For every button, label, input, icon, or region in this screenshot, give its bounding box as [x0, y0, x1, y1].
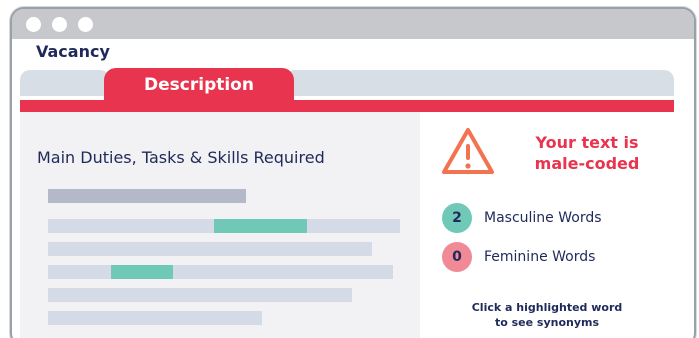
placeholder-text-line: [48, 311, 262, 325]
tab-underline: [20, 100, 674, 112]
synonym-hint-line-2: to see synonyms: [494, 316, 600, 329]
text-editor-panel[interactable]: Main Duties, Tasks & Skills Required: [20, 112, 420, 338]
warning-icon: [442, 128, 494, 174]
masculine-count-row: 2 Masculine Words: [442, 202, 602, 234]
masculine-count-badge: 2: [442, 203, 472, 233]
placeholder-text-line: [48, 265, 393, 279]
window-dot-3[interactable]: [78, 17, 93, 32]
section-title: Main Duties, Tasks & Skills Required: [37, 148, 325, 167]
coding-result: Your text is male-coded: [512, 132, 662, 174]
masculine-words-label: Masculine Words: [484, 210, 602, 226]
window-titlebar: [12, 9, 694, 39]
window-dot-2[interactable]: [52, 17, 67, 32]
highlighted-word[interactable]: [111, 265, 173, 279]
coding-result-line-1: Your text is: [535, 133, 639, 152]
feminine-count-row: 0 Feminine Words: [442, 241, 595, 273]
placeholder-text-line: [48, 242, 372, 256]
tab-description[interactable]: Description: [104, 68, 294, 102]
vacancy-title: Vacancy: [36, 42, 110, 61]
feminine-words-label: Feminine Words: [484, 249, 596, 265]
analysis-panel: Your text is male-coded 2 Masculine Word…: [420, 112, 674, 338]
highlighted-word[interactable]: [214, 219, 307, 233]
placeholder-text-line: [48, 288, 352, 302]
synonym-hint-line-1: Click a highlighted word: [471, 301, 623, 314]
tab-inactive-right[interactable]: [285, 70, 674, 96]
coding-result-line-2: male-coded: [534, 154, 640, 173]
tab-inactive-left[interactable]: [20, 70, 110, 96]
placeholder-heading-line: [48, 189, 246, 203]
window-dot-1[interactable]: [26, 17, 41, 32]
tab-strip: Description: [20, 68, 674, 102]
feminine-count-badge: 0: [442, 242, 472, 272]
synonym-hint: Click a highlighted word to see synonyms: [440, 300, 654, 330]
